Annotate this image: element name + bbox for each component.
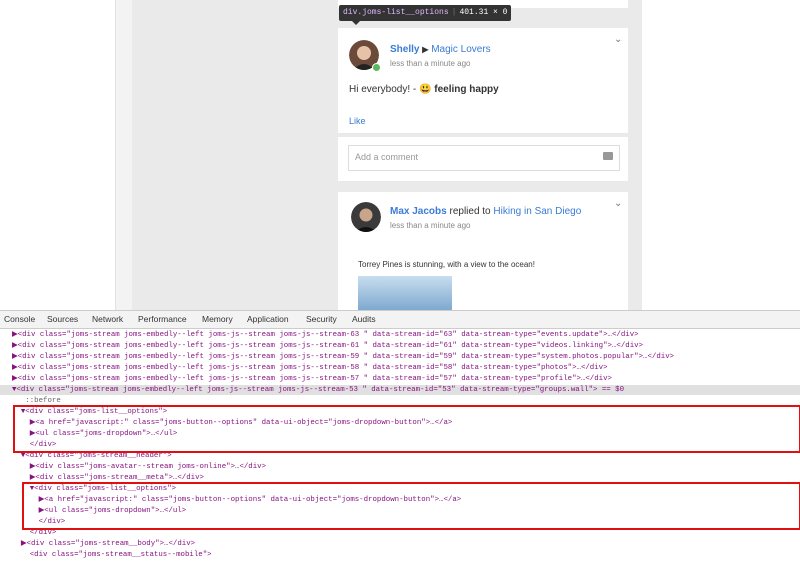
web-page: Shelly ▶ Magic Lovers less than a minute… [0,0,800,310]
tab-sources[interactable]: Sources [47,311,78,328]
highlight-box-1 [13,405,800,453]
left-column [115,0,133,310]
devtools-panel: Console Sources Network Performance Memo… [0,310,800,567]
author-name[interactable]: Max Jacobs [390,206,447,217]
post-timestamp: less than a minute ago [390,221,471,230]
tooltip-element: div.joms-list__options [343,8,449,17]
stream-post-shelly: Shelly ▶ Magic Lovers less than a minute… [338,28,628,133]
online-status-dot [372,63,381,72]
tab-application[interactable]: Application [247,311,289,328]
dom-node[interactable]: <div class="joms-stream__status--mobile"… [12,550,800,560]
like-button[interactable]: Like [349,116,366,126]
highlight-box-2 [22,482,800,530]
dom-node[interactable]: ▶<div class="joms-stream joms-embedly--l… [12,363,800,373]
message-text: Hi everybody! - [349,84,417,95]
comment-placeholder: Add a comment [355,152,419,162]
inspect-tooltip: div.joms-list__options | 401.31 × 0 [339,5,512,21]
dom-node[interactable]: ▶<div class="joms-stream joms-embedly--l… [12,374,800,384]
location-link[interactable]: San Diego [535,206,582,217]
dom-node[interactable]: ▶<div class="joms-avatar--stream joms-on… [12,462,800,472]
post-message: Torrey Pines is stunning, with a view to… [358,260,535,269]
author-name[interactable]: Shelly [390,44,419,55]
max-avatar[interactable] [351,202,381,232]
arrow-right-icon: ▶ [422,45,429,54]
dom-node[interactable]: ▶<div class="joms-stream joms-embedly--l… [12,341,800,351]
tab-audits[interactable]: Audits [352,311,376,328]
chevron-down-icon[interactable]: ⌄ [614,198,622,209]
post-photo[interactable] [358,276,452,310]
comment-input[interactable]: Add a comment [348,145,620,171]
happy-emoji-icon: 😃 [419,84,432,95]
group-link[interactable]: Magic Lovers [431,44,490,55]
dom-node[interactable]: ▶<div class="joms-stream__body">…</div> [12,539,800,549]
dom-node-selected[interactable]: ▼<div class="joms-stream joms-embedly--l… [0,385,800,395]
tooltip-size: 401.31 × 0 [459,8,508,17]
camera-icon[interactable] [603,152,613,160]
tab-performance[interactable]: Performance [138,311,187,328]
post-timestamp: less than a minute ago [390,59,471,68]
dom-node[interactable]: ▶<div class="joms-stream joms-embedly--l… [12,352,800,362]
stream-post-max: Max Jacobs replied to Hiking in San Dieg… [338,192,628,310]
feeling-text: feeling happy [434,84,499,95]
tab-network[interactable]: Network [92,311,123,328]
tab-memory[interactable]: Memory [202,311,233,328]
post-author-link[interactable]: Shelly ▶ Magic Lovers [390,44,491,55]
verb-text: replied to [449,206,491,217]
dom-node[interactable]: ▶<div class="joms-stream joms-embedly--l… [12,330,800,340]
post-message: Hi everybody! - 😃 feeling happy [349,84,499,95]
chevron-down-icon[interactable]: ⌄ [614,34,622,45]
comment-area: Add a comment [338,137,628,181]
tooltip-arrow [352,21,360,25]
tab-security[interactable]: Security [306,311,337,328]
devtools-tab-bar: Console Sources Network Performance Memo… [0,311,800,329]
post-author-line: Max Jacobs replied to Hiking in San Dieg… [390,206,581,217]
in-text[interactable]: in [524,206,532,217]
tab-console[interactable]: Console [4,311,35,328]
event-link[interactable]: Hiking [493,206,521,217]
